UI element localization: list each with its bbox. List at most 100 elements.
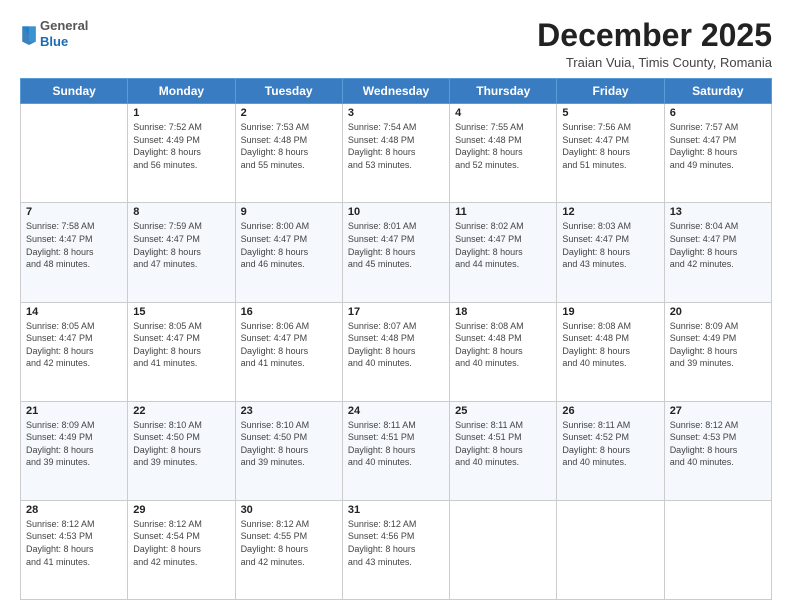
day-info: Sunrise: 7:52 AMSunset: 4:49 PMDaylight:… [133, 121, 229, 171]
month-title: December 2025 [537, 18, 772, 53]
day-info: Sunrise: 8:05 AMSunset: 4:47 PMDaylight:… [133, 320, 229, 370]
day-number: 24 [348, 405, 444, 417]
table-cell: 1 Sunrise: 7:52 AMSunset: 4:49 PMDayligh… [128, 104, 235, 203]
day-info: Sunrise: 8:05 AMSunset: 4:47 PMDaylight:… [26, 320, 122, 370]
table-cell: 31 Sunrise: 8:12 AMSunset: 4:56 PMDaylig… [342, 500, 449, 599]
day-info: Sunrise: 8:12 AMSunset: 4:53 PMDaylight:… [26, 518, 122, 568]
table-cell: 17 Sunrise: 8:07 AMSunset: 4:48 PMDaylig… [342, 302, 449, 401]
day-number: 2 [241, 107, 337, 119]
day-info: Sunrise: 8:09 AMSunset: 4:49 PMDaylight:… [26, 419, 122, 469]
day-number: 29 [133, 504, 229, 516]
page: General Blue December 2025 Traian Vuia, … [0, 0, 792, 612]
table-cell: 7 Sunrise: 7:58 AMSunset: 4:47 PMDayligh… [21, 203, 128, 302]
table-cell: 2 Sunrise: 7:53 AMSunset: 4:48 PMDayligh… [235, 104, 342, 203]
day-number: 18 [455, 306, 551, 318]
day-info: Sunrise: 8:10 AMSunset: 4:50 PMDaylight:… [241, 419, 337, 469]
day-number: 26 [562, 405, 658, 417]
day-number: 25 [455, 405, 551, 417]
table-cell [450, 500, 557, 599]
day-info: Sunrise: 8:09 AMSunset: 4:49 PMDaylight:… [670, 320, 766, 370]
day-info: Sunrise: 8:04 AMSunset: 4:47 PMDaylight:… [670, 220, 766, 270]
table-cell: 15 Sunrise: 8:05 AMSunset: 4:47 PMDaylig… [128, 302, 235, 401]
logo-general: General [40, 18, 88, 34]
table-cell: 16 Sunrise: 8:06 AMSunset: 4:47 PMDaylig… [235, 302, 342, 401]
table-cell: 21 Sunrise: 8:09 AMSunset: 4:49 PMDaylig… [21, 401, 128, 500]
header-saturday: Saturday [664, 79, 771, 104]
day-number: 14 [26, 306, 122, 318]
table-cell: 4 Sunrise: 7:55 AMSunset: 4:48 PMDayligh… [450, 104, 557, 203]
table-cell: 5 Sunrise: 7:56 AMSunset: 4:47 PMDayligh… [557, 104, 664, 203]
header-monday: Monday [128, 79, 235, 104]
day-info: Sunrise: 8:12 AMSunset: 4:53 PMDaylight:… [670, 419, 766, 469]
day-info: Sunrise: 7:58 AMSunset: 4:47 PMDaylight:… [26, 220, 122, 270]
day-info: Sunrise: 7:59 AMSunset: 4:47 PMDaylight:… [133, 220, 229, 270]
header-tuesday: Tuesday [235, 79, 342, 104]
table-cell: 25 Sunrise: 8:11 AMSunset: 4:51 PMDaylig… [450, 401, 557, 500]
day-number: 4 [455, 107, 551, 119]
day-number: 28 [26, 504, 122, 516]
day-info: Sunrise: 8:08 AMSunset: 4:48 PMDaylight:… [562, 320, 658, 370]
day-number: 22 [133, 405, 229, 417]
table-cell: 9 Sunrise: 8:00 AMSunset: 4:47 PMDayligh… [235, 203, 342, 302]
day-number: 27 [670, 405, 766, 417]
week-row-1: 7 Sunrise: 7:58 AMSunset: 4:47 PMDayligh… [21, 203, 772, 302]
week-row-3: 21 Sunrise: 8:09 AMSunset: 4:49 PMDaylig… [21, 401, 772, 500]
day-info: Sunrise: 8:12 AMSunset: 4:56 PMDaylight:… [348, 518, 444, 568]
day-info: Sunrise: 8:02 AMSunset: 4:47 PMDaylight:… [455, 220, 551, 270]
day-number: 9 [241, 206, 337, 218]
logo-icon [20, 23, 38, 45]
table-cell: 28 Sunrise: 8:12 AMSunset: 4:53 PMDaylig… [21, 500, 128, 599]
table-cell: 14 Sunrise: 8:05 AMSunset: 4:47 PMDaylig… [21, 302, 128, 401]
week-row-2: 14 Sunrise: 8:05 AMSunset: 4:47 PMDaylig… [21, 302, 772, 401]
logo: General Blue [20, 18, 88, 49]
day-number: 21 [26, 405, 122, 417]
table-cell: 27 Sunrise: 8:12 AMSunset: 4:53 PMDaylig… [664, 401, 771, 500]
week-row-4: 28 Sunrise: 8:12 AMSunset: 4:53 PMDaylig… [21, 500, 772, 599]
day-number: 31 [348, 504, 444, 516]
table-cell: 10 Sunrise: 8:01 AMSunset: 4:47 PMDaylig… [342, 203, 449, 302]
day-info: Sunrise: 7:56 AMSunset: 4:47 PMDaylight:… [562, 121, 658, 171]
table-cell: 18 Sunrise: 8:08 AMSunset: 4:48 PMDaylig… [450, 302, 557, 401]
day-info: Sunrise: 8:01 AMSunset: 4:47 PMDaylight:… [348, 220, 444, 270]
week-row-0: 1 Sunrise: 7:52 AMSunset: 4:49 PMDayligh… [21, 104, 772, 203]
table-cell [557, 500, 664, 599]
day-number: 13 [670, 206, 766, 218]
table-cell: 26 Sunrise: 8:11 AMSunset: 4:52 PMDaylig… [557, 401, 664, 500]
logo-text: General Blue [40, 18, 88, 49]
day-info: Sunrise: 8:11 AMSunset: 4:51 PMDaylight:… [348, 419, 444, 469]
table-cell [664, 500, 771, 599]
table-cell: 19 Sunrise: 8:08 AMSunset: 4:48 PMDaylig… [557, 302, 664, 401]
day-info: Sunrise: 7:53 AMSunset: 4:48 PMDaylight:… [241, 121, 337, 171]
day-number: 11 [455, 206, 551, 218]
table-cell: 13 Sunrise: 8:04 AMSunset: 4:47 PMDaylig… [664, 203, 771, 302]
day-info: Sunrise: 8:12 AMSunset: 4:55 PMDaylight:… [241, 518, 337, 568]
day-info: Sunrise: 8:06 AMSunset: 4:47 PMDaylight:… [241, 320, 337, 370]
table-cell: 20 Sunrise: 8:09 AMSunset: 4:49 PMDaylig… [664, 302, 771, 401]
table-cell: 6 Sunrise: 7:57 AMSunset: 4:47 PMDayligh… [664, 104, 771, 203]
day-info: Sunrise: 8:08 AMSunset: 4:48 PMDaylight:… [455, 320, 551, 370]
table-cell: 30 Sunrise: 8:12 AMSunset: 4:55 PMDaylig… [235, 500, 342, 599]
day-number: 16 [241, 306, 337, 318]
table-cell: 24 Sunrise: 8:11 AMSunset: 4:51 PMDaylig… [342, 401, 449, 500]
title-block: December 2025 Traian Vuia, Timis County,… [537, 18, 772, 70]
table-cell: 22 Sunrise: 8:10 AMSunset: 4:50 PMDaylig… [128, 401, 235, 500]
day-number: 15 [133, 306, 229, 318]
table-cell: 23 Sunrise: 8:10 AMSunset: 4:50 PMDaylig… [235, 401, 342, 500]
weekday-header-row: Sunday Monday Tuesday Wednesday Thursday… [21, 79, 772, 104]
day-number: 8 [133, 206, 229, 218]
day-number: 17 [348, 306, 444, 318]
table-cell: 3 Sunrise: 7:54 AMSunset: 4:48 PMDayligh… [342, 104, 449, 203]
day-info: Sunrise: 8:11 AMSunset: 4:52 PMDaylight:… [562, 419, 658, 469]
table-cell: 11 Sunrise: 8:02 AMSunset: 4:47 PMDaylig… [450, 203, 557, 302]
day-number: 5 [562, 107, 658, 119]
day-info: Sunrise: 8:12 AMSunset: 4:54 PMDaylight:… [133, 518, 229, 568]
table-cell [21, 104, 128, 203]
table-cell: 12 Sunrise: 8:03 AMSunset: 4:47 PMDaylig… [557, 203, 664, 302]
day-number: 7 [26, 206, 122, 218]
table-cell: 29 Sunrise: 8:12 AMSunset: 4:54 PMDaylig… [128, 500, 235, 599]
location-subtitle: Traian Vuia, Timis County, Romania [537, 55, 772, 70]
day-number: 23 [241, 405, 337, 417]
day-info: Sunrise: 8:07 AMSunset: 4:48 PMDaylight:… [348, 320, 444, 370]
day-info: Sunrise: 8:03 AMSunset: 4:47 PMDaylight:… [562, 220, 658, 270]
day-info: Sunrise: 7:57 AMSunset: 4:47 PMDaylight:… [670, 121, 766, 171]
